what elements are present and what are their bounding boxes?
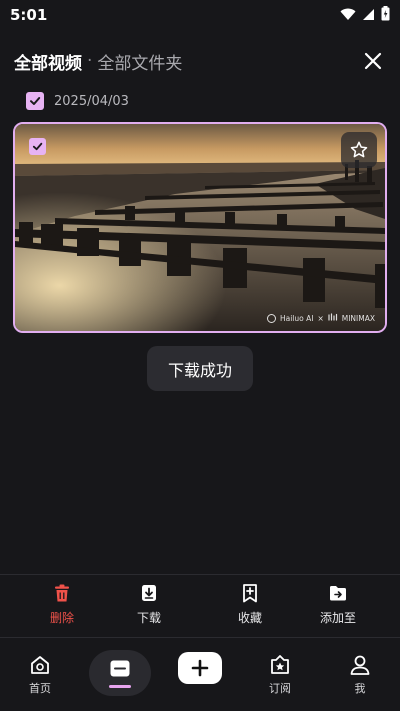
date-group-header: 2025/04/03 — [26, 92, 129, 110]
signal-icon — [362, 6, 375, 25]
video-card[interactable]: Hailuo AI × MINIMAX — [13, 122, 387, 333]
collect-label: 收藏 — [237, 611, 262, 625]
star-icon — [350, 141, 368, 158]
date-group-checkbox[interactable] — [26, 92, 44, 110]
nav-subscribe[interactable]: 订阅 — [250, 654, 310, 696]
nav-me-label: 我 — [354, 682, 366, 695]
status-time: 5:01 — [10, 6, 48, 24]
favorite-button[interactable] — [341, 132, 377, 168]
download-icon — [142, 585, 156, 601]
watermark-hailuo: Hailuo AI — [279, 313, 314, 323]
battery-icon — [381, 5, 390, 25]
status-icons — [340, 5, 390, 25]
download-button[interactable]: 下载 — [114, 583, 184, 626]
watermark-minimax: MINIMAX — [341, 313, 375, 323]
nav-active-indicator — [109, 684, 131, 688]
add-to-folder-button[interactable]: 添加至 — [303, 583, 373, 626]
video-select-checkbox[interactable] — [29, 138, 46, 155]
delete-button[interactable]: 删除 — [27, 583, 97, 626]
close-icon — [364, 52, 382, 70]
breadcrumb-separator: · — [87, 51, 93, 71]
add-to-label: 添加至 — [319, 611, 356, 625]
plus-icon — [191, 659, 209, 677]
toast-message: 下载成功 — [147, 346, 253, 391]
header: 全部视频 · 全部文件夹 — [14, 46, 386, 76]
nav-home-label: 首页 — [29, 682, 51, 695]
subscribe-star-icon — [271, 655, 289, 674]
video-thumbnail — [15, 124, 385, 331]
folder-add-icon — [330, 586, 346, 601]
page-title[interactable]: 全部视频 — [14, 49, 82, 74]
minimax-logo-icon — [328, 313, 338, 323]
delete-label: 删除 — [49, 611, 74, 625]
download-label: 下载 — [136, 611, 161, 625]
breadcrumb: 全部视频 · 全部文件夹 — [14, 49, 182, 74]
date-label: 2025/04/03 — [54, 93, 129, 109]
nav-me[interactable]: 我 — [330, 654, 390, 696]
bottom-navigation: 首页 订阅 我 — [0, 640, 400, 711]
nav-library[interactable] — [89, 650, 151, 696]
check-icon — [32, 142, 43, 151]
bookmark-plus-icon — [243, 584, 257, 603]
trash-icon — [55, 584, 69, 602]
hailuo-logo-icon — [266, 313, 276, 323]
check-icon — [30, 97, 41, 105]
close-button[interactable] — [360, 48, 386, 74]
folder-filter[interactable]: 全部文件夹 — [97, 49, 182, 74]
home-icon — [31, 656, 49, 674]
user-icon — [350, 655, 370, 675]
status-bar: 5:01 — [0, 0, 400, 30]
create-button[interactable] — [178, 652, 222, 684]
nav-home[interactable]: 首页 — [10, 654, 70, 696]
collect-button[interactable]: 收藏 — [215, 583, 285, 626]
nav-subscribe-label: 订阅 — [269, 682, 291, 695]
wifi-icon — [340, 6, 356, 25]
watermark-separator: × — [317, 313, 324, 323]
watermark: Hailuo AI × MINIMAX — [266, 313, 375, 323]
selection-action-bar: 删除 下载 收藏 添加至 — [0, 574, 400, 638]
library-icon — [110, 660, 130, 676]
